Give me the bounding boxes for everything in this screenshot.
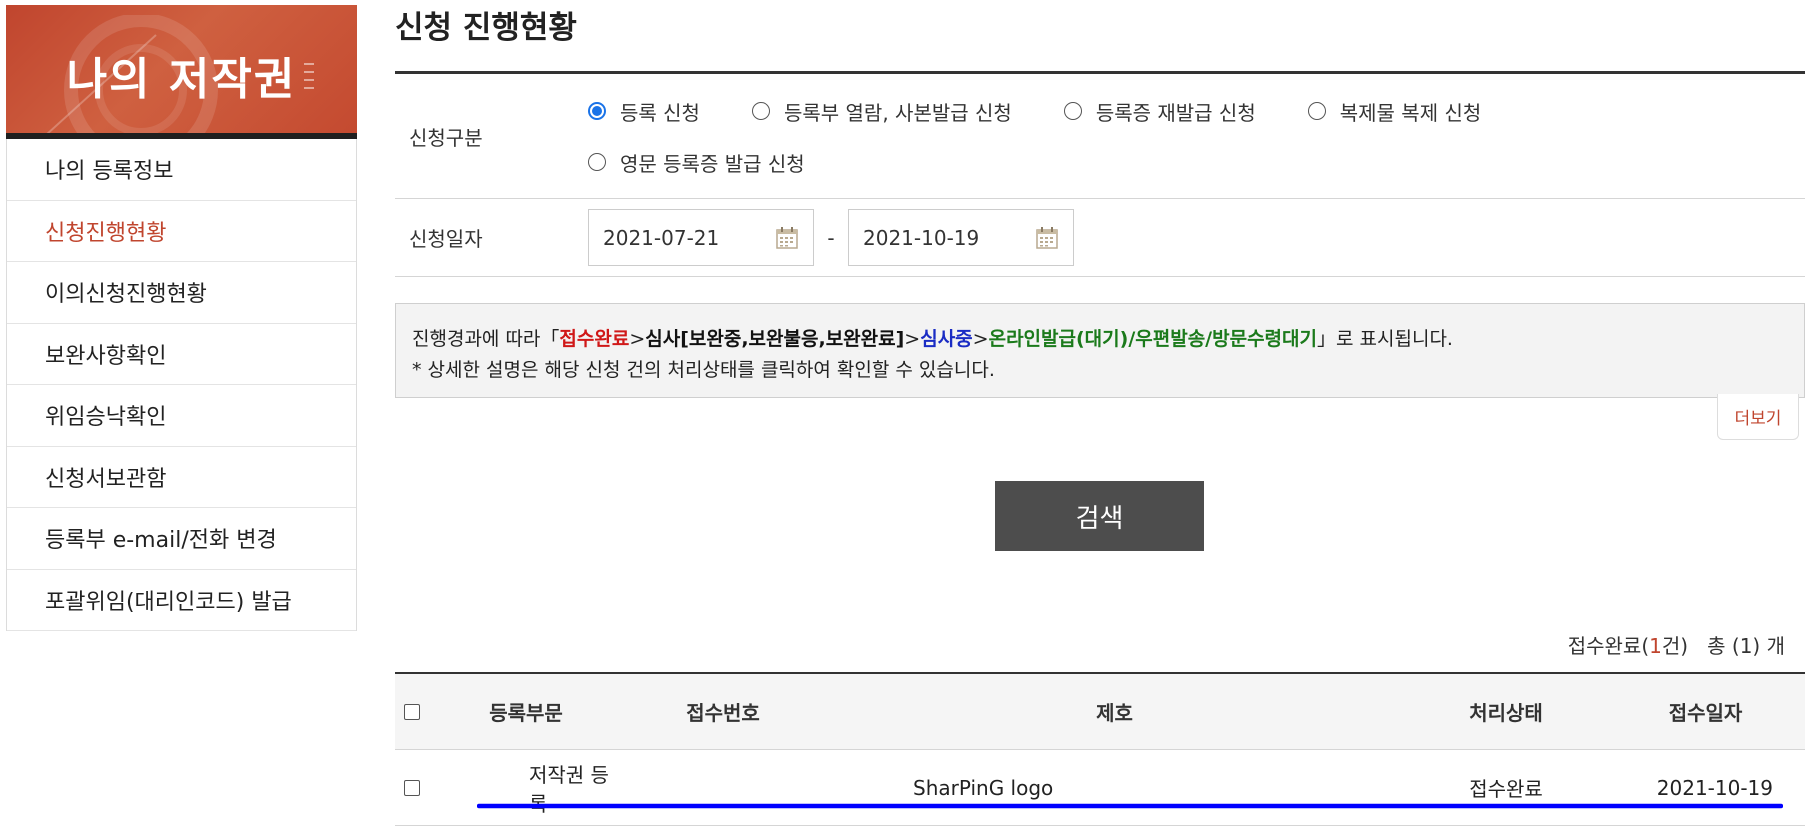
summary-suffix: 건) 총 (1) 개 [1661, 634, 1785, 658]
notice-prefix: 진행경과에 따라「 [412, 328, 560, 350]
radio-icon[interactable] [751, 102, 770, 120]
header-receipt-no: 접수번호 [686, 701, 760, 725]
radio-icon[interactable] [1063, 102, 1082, 120]
table-row[interactable]: 저작권 등록 SharPinG logo 접수완료 2021-10-19 [395, 750, 1805, 826]
status-notice: 진행경과에 따라「접수완료>심사[보완중,보완불응,보완완료]>심사중>온라인발… [395, 303, 1805, 398]
row-date: 2021-10-19 [1656, 775, 1773, 800]
date-from-value: 2021-07-21 [603, 225, 720, 250]
search-form: 신청구분 등록 신청 등록부 열람, 사본발급 신청 등록증 재발급 신청 복제… [395, 71, 1805, 277]
date-to-input[interactable]: 2021-10-19 [848, 209, 1074, 266]
notice-line-1: 진행경과에 따라「접수완료>심사[보완중,보완불응,보완완료]>심사중>온라인발… [412, 324, 1788, 355]
radio-register-view-copy[interactable]: 등록부 열람, 사본발급 신청 [751, 98, 1012, 125]
header-date: 접수일자 [1668, 701, 1743, 725]
notice-arrow: > [629, 328, 646, 350]
radio-copy-duplication[interactable]: 복제물 복제 신청 [1307, 98, 1482, 125]
date-to-value: 2021-10-19 [863, 225, 980, 250]
sidebar-item-delegation-check[interactable]: 위임승낙확인 [7, 385, 356, 447]
row-status[interactable]: 접수완료 [1406, 773, 1606, 802]
sidebar-item-objection-status[interactable]: 이의신청진행현황 [7, 262, 356, 324]
select-all-cell [395, 703, 429, 720]
table-header: 등록부문 접수번호 제호 처리상태 접수일자 [395, 674, 1805, 750]
application-date-row: 신청일자 2021-07-21 - 2021-10-19 [395, 199, 1805, 277]
sidebar-item-saved-forms[interactable]: 신청서보관함 [7, 447, 356, 508]
application-type-label: 신청구분 [409, 125, 483, 150]
summary-prefix: 접수완료( [1567, 634, 1650, 658]
application-date-label: 신청일자 [409, 227, 483, 251]
radio-registration[interactable]: 등록 신청 [588, 98, 700, 125]
notice-arrow: > [904, 328, 921, 350]
row-title[interactable]: SharPinG logo [823, 776, 1406, 800]
radio-certificate-reissue[interactable]: 등록증 재발급 신청 [1063, 98, 1256, 125]
notice-status-issue: 온라인발급(대기)/우편발송/방문수령대기 [988, 328, 1318, 350]
header-title: 제호 [1096, 701, 1133, 725]
radio-selected-icon[interactable] [588, 102, 606, 120]
radio-label: 영문 등록증 발급 신청 [620, 151, 805, 176]
row-select-cell [395, 779, 429, 796]
notice-status-reviewing: 심사중 [920, 328, 973, 350]
radio-icon[interactable] [1307, 102, 1326, 120]
application-type-row: 신청구분 등록 신청 등록부 열람, 사본발급 신청 등록증 재발급 신청 복제… [395, 74, 1805, 199]
notice-status-received: 접수완료 [559, 328, 630, 350]
sidebar-banner: 나의 저작권 [6, 5, 357, 139]
radio-label: 등록증 재발급 신청 [1095, 100, 1256, 125]
header-status: 처리상태 [1469, 701, 1543, 725]
search-button[interactable]: 검색 [995, 481, 1204, 551]
radio-label: 등록부 열람, 사본발급 신청 [783, 100, 1012, 125]
results-table: 등록부문 접수번호 제호 처리상태 접수일자 저작권 등록 SharPinG l… [395, 672, 1805, 826]
row-checkbox[interactable] [404, 779, 420, 796]
application-type-radios: 등록 신청 등록부 열람, 사본발급 신청 등록증 재발급 신청 복제물 복제 … [588, 74, 1788, 198]
summary-count: 1 [1649, 634, 1662, 658]
sidebar: 나의 저작권 나의 등록정보 신청진행현황 이의신청진행현황 보완사항확인 위임… [6, 5, 357, 631]
more-button[interactable]: 더보기 [1717, 394, 1799, 440]
sidebar-item-contact-change[interactable]: 등록부 e-mail/전화 변경 [7, 508, 356, 570]
calendar-icon[interactable] [775, 226, 799, 250]
sidebar-title: 나의 저작권 [66, 54, 297, 105]
header-dept: 등록부문 [489, 701, 563, 725]
sidebar-item-agent-code[interactable]: 포괄위임(대리인코드) 발급 [7, 570, 356, 631]
notice-arrow: > [972, 328, 989, 350]
sidebar-menu: 나의 등록정보 신청진행현황 이의신청진행현황 보완사항확인 위임승낙확인 신청… [6, 139, 357, 631]
sidebar-item-registration-info[interactable]: 나의 등록정보 [7, 139, 356, 201]
calendar-icon[interactable] [1035, 226, 1059, 250]
result-summary: 접수완료(1건) 총 (1) 개 [1568, 630, 1785, 659]
radio-icon[interactable] [588, 153, 606, 171]
date-range: 2021-07-21 - 2021-10-19 [588, 199, 1074, 276]
annotation-underline [477, 803, 1783, 809]
notice-status-review: 심사[보완중,보완불응,보완완료] [645, 328, 905, 350]
select-all-checkbox[interactable] [404, 703, 420, 720]
date-from-input[interactable]: 2021-07-21 [588, 209, 814, 266]
radio-english-certificate[interactable]: 영문 등록증 발급 신청 [588, 149, 805, 176]
sidebar-item-application-status[interactable]: 신청진행현황 [7, 201, 356, 262]
notice-suffix: 」로 표시됩니다. [1317, 328, 1453, 350]
date-separator: - [827, 225, 835, 250]
page-title: 신청 진행현황 [395, 10, 577, 46]
sidebar-item-supplement-check[interactable]: 보완사항확인 [7, 324, 356, 385]
radio-label: 등록 신청 [620, 100, 700, 125]
notice-line-2: * 상세한 설명은 해당 신청 건의 처리상태를 클릭하여 확인할 수 있습니다… [412, 359, 995, 381]
radio-label: 복제물 복제 신청 [1339, 100, 1482, 125]
